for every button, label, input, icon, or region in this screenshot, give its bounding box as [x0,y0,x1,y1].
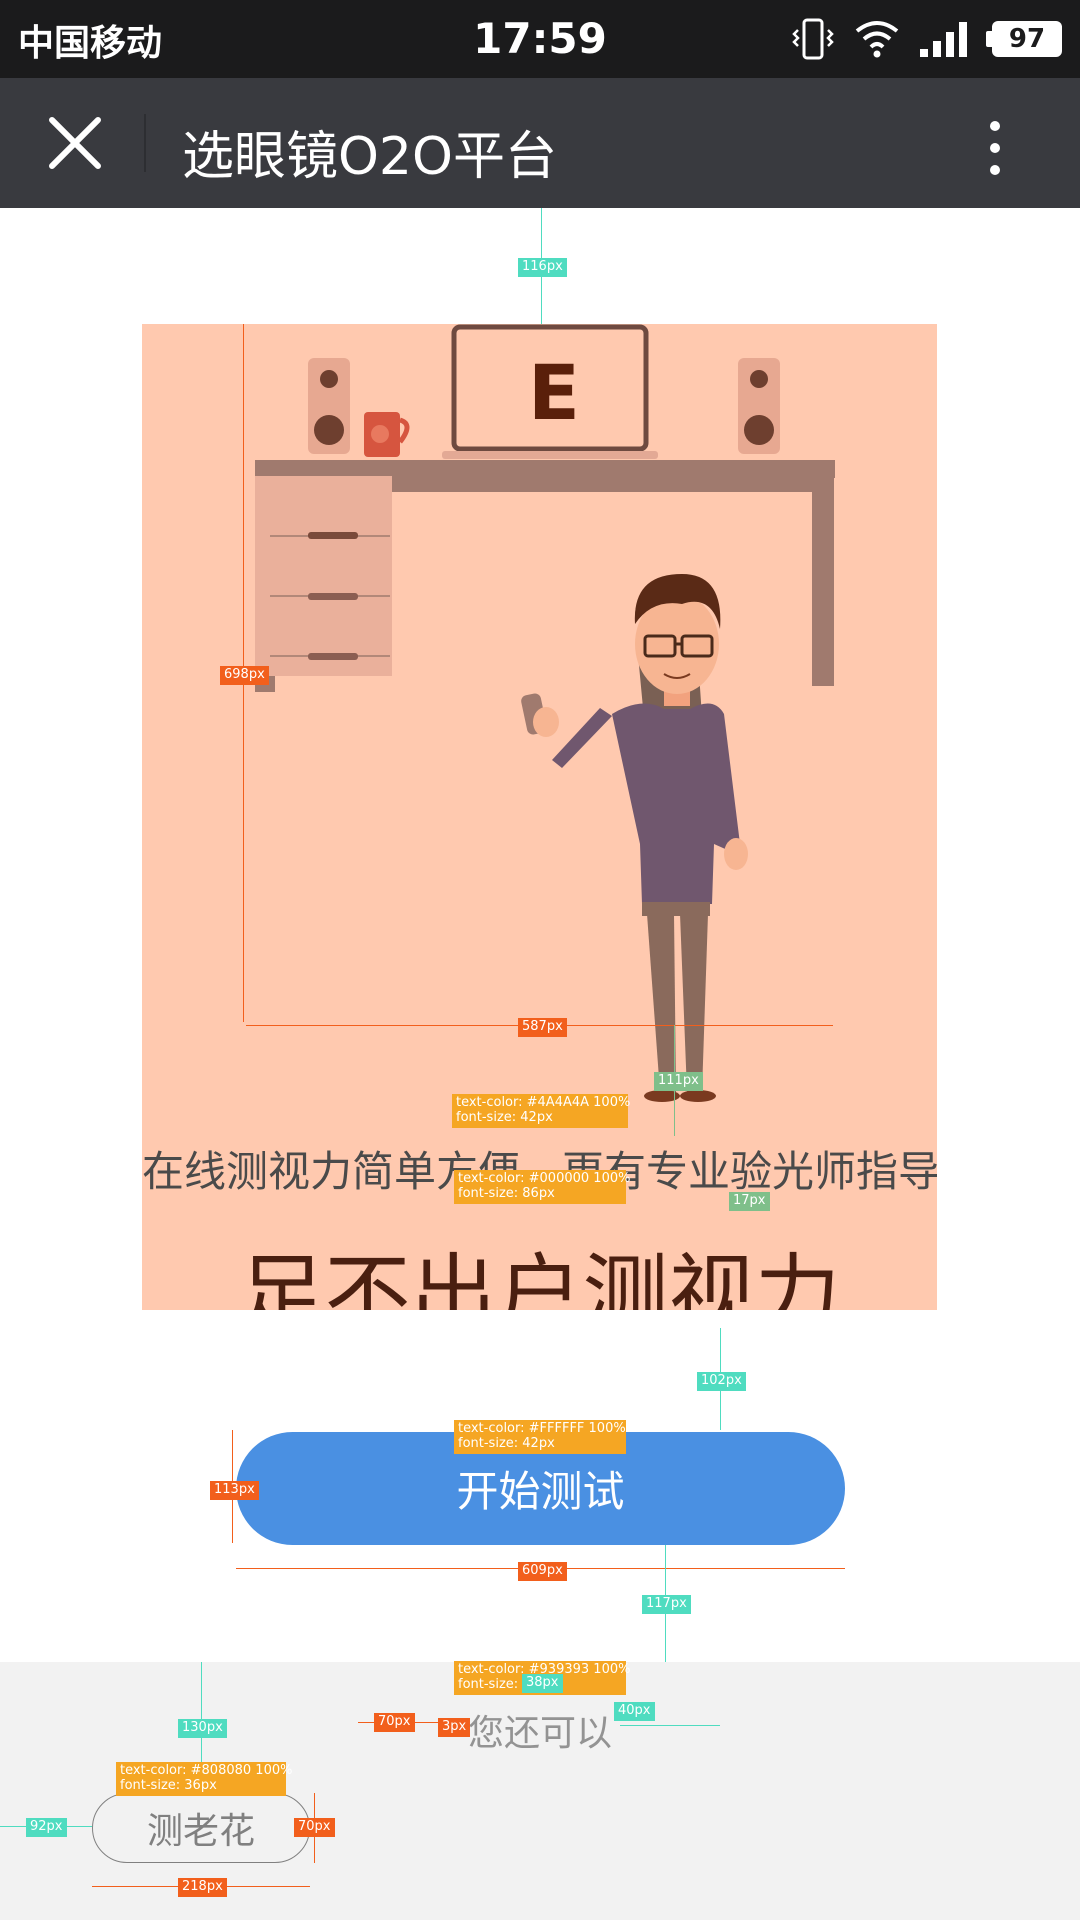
status-icons: 97 [790,14,1062,64]
speaker-left-icon [308,358,350,454]
annotation-label: text-color: #FFFFFF 100% font-size: 42px [454,1420,626,1454]
annotation-label: 609px [518,1562,567,1581]
annotation-label: 38px [522,1674,563,1693]
annotation-label: 111px [654,1072,703,1091]
signal-icon [920,22,967,57]
annotation-label: 92px [26,1818,67,1837]
status-bar: 中国移动 17:59 97 [0,0,1080,78]
annotation-label: 698px [220,666,269,685]
wifi-icon [855,21,899,58]
monitor-letter: E [528,348,580,437]
presbyopia-test-button[interactable]: 测老花 [92,1793,310,1863]
vibrate-icon [792,18,834,60]
annotation-label: text-color: #000000 100% font-size: 86px [454,1170,630,1204]
annotation-label: text-color: #808080 100% font-size: 36px [116,1762,292,1796]
annotation-label: 130px [178,1719,227,1738]
annotation-label: 40px [614,1702,655,1721]
annotation-label: text-color: #4A4A4A 100% font-size: 42px [452,1094,630,1128]
annotation-label: 102px [697,1372,746,1391]
annotation-label: 70px [294,1818,335,1837]
annotation-label: 117px [642,1595,691,1614]
annotation-label: 3px [438,1718,471,1737]
annotation-label: 113px [210,1481,259,1500]
battery-icon: 97 [986,21,1062,57]
header-divider [144,114,146,172]
hero-headline: 足不出户测视力 [238,1245,841,1310]
more-vertical-icon[interactable] [980,118,1010,178]
app-header: 选眼镜O2O平台 [0,78,1080,208]
page-title: 选眼镜O2O平台 [182,127,557,187]
speaker-right-icon [738,358,780,454]
more-options-label: 您还可以 [468,1713,613,1754]
annotation-label: 218px [178,1878,227,1897]
annotation-label: 70px [374,1713,415,1732]
close-icon[interactable] [40,108,110,178]
hero-panel: E 在线测视力简单方便，更有专业验光师指导 足不出户测视力 [142,324,937,1310]
annotation-label: 116px [518,258,567,277]
mug-icon [364,412,410,457]
annotation-label: 17px [729,1192,770,1211]
annotation-label: 587px [518,1018,567,1037]
desk-illustration [255,324,835,1102]
annotation-line [620,1725,720,1726]
